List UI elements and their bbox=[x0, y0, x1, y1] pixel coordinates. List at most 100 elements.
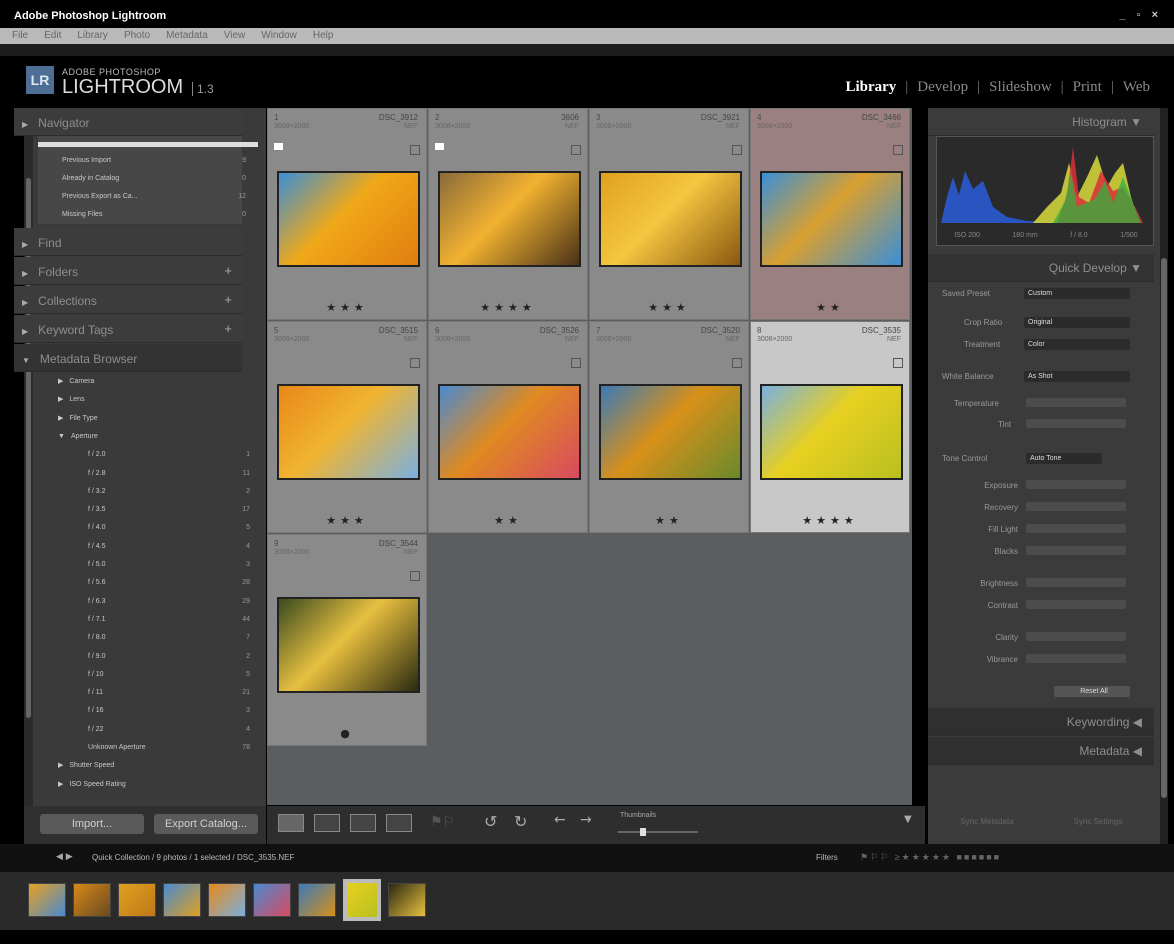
star-rating[interactable]: ★★ bbox=[590, 514, 748, 527]
star-rating[interactable]: ★★★ bbox=[268, 301, 426, 314]
filter-rating-icons[interactable]: ⚑⚐⚐ ≥★★★★★ ■■■■■■ bbox=[860, 852, 1001, 863]
photo-thumbnail[interactable] bbox=[760, 171, 903, 267]
module-web[interactable]: Web bbox=[1123, 79, 1150, 96]
photo-thumbnail[interactable] bbox=[277, 171, 420, 267]
menu-item[interactable]: Edit bbox=[44, 30, 61, 44]
tone-adjust-buttons[interactable] bbox=[1026, 524, 1126, 533]
metadata-browser-item[interactable]: f / 7.1 44 bbox=[88, 611, 258, 629]
pick-flag-icon[interactable] bbox=[274, 143, 283, 150]
star-rating[interactable]: ★★ bbox=[429, 514, 587, 527]
quick-collection-marker-icon[interactable] bbox=[732, 145, 742, 155]
filmstrip-thumbnail[interactable] bbox=[73, 883, 111, 917]
collections-panel-header[interactable]: ▶ Collections + bbox=[14, 286, 242, 314]
menu-item[interactable]: Library bbox=[77, 30, 108, 44]
tone-adjust-buttons[interactable] bbox=[1026, 502, 1126, 511]
bottom-panel-collapse-strip[interactable] bbox=[0, 930, 1174, 944]
photo-thumbnail[interactable] bbox=[277, 597, 420, 693]
thumbnail-size-slider[interactable] bbox=[618, 831, 698, 833]
photo-thumbnail[interactable] bbox=[277, 384, 420, 480]
treatment-select[interactable]: Color bbox=[1024, 339, 1130, 350]
metadata-browser-item[interactable]: f / 9.0 2 bbox=[88, 648, 258, 666]
rotate-left-icon[interactable]: ↺ bbox=[484, 812, 497, 831]
scrollbar-thumb[interactable] bbox=[1161, 258, 1167, 798]
photo-thumbnail[interactable] bbox=[438, 384, 581, 480]
metadata-header[interactable]: Metadata ◀ bbox=[928, 737, 1154, 765]
add-keyword-icon[interactable]: + bbox=[224, 321, 232, 336]
module-print[interactable]: Print bbox=[1073, 79, 1102, 96]
catalog-item[interactable]: Missing Files 0 bbox=[62, 206, 254, 224]
metadata-browser-item[interactable]: ▶ File Type bbox=[58, 410, 258, 428]
toolbar-menu-chevron-icon[interactable]: ▼ bbox=[904, 814, 912, 825]
window-controls[interactable]: _ ▫ × bbox=[1119, 9, 1162, 21]
metadata-browser-item[interactable]: f / 10 5 bbox=[88, 666, 258, 684]
quick-collection-marker-icon[interactable] bbox=[571, 145, 581, 155]
quick-develop-header[interactable]: Quick Develop ▼ bbox=[928, 254, 1154, 282]
metadata-browser-item[interactable]: f / 8.0 7 bbox=[88, 629, 258, 647]
metadata-browser-item[interactable]: ▶ Lens bbox=[58, 391, 258, 409]
quick-collection-marker-icon[interactable] bbox=[732, 358, 742, 368]
tone-adjust-buttons[interactable] bbox=[1026, 480, 1126, 489]
metadata-browser-item[interactable]: f / 2.0 1 bbox=[88, 446, 258, 464]
catalog-item[interactable]: Previous Import 9 bbox=[62, 152, 254, 170]
sync-settings-button[interactable]: Sync Settings bbox=[1046, 812, 1150, 832]
tint-buttons[interactable] bbox=[1026, 419, 1126, 428]
module-slideshow[interactable]: Slideshow bbox=[989, 79, 1052, 96]
tone-adjust-buttons[interactable] bbox=[1026, 654, 1126, 663]
star-rating[interactable]: ★★★★ bbox=[751, 514, 909, 527]
photo-thumbnail[interactable] bbox=[760, 384, 903, 480]
metadata-browser-item[interactable]: f / 11 21 bbox=[88, 684, 258, 702]
add-collection-icon[interactable]: + bbox=[224, 292, 232, 307]
metadata-browser-item[interactable]: f / 22 4 bbox=[88, 721, 258, 739]
rotate-right-icon[interactable]: ↻ bbox=[514, 812, 527, 831]
metadata-browser-item[interactable]: ▶ Shutter Speed bbox=[58, 757, 258, 775]
filmstrip-thumbnail[interactable] bbox=[163, 883, 201, 917]
quick-collection-marker-icon[interactable] bbox=[571, 358, 581, 368]
quick-collection-marker-icon[interactable] bbox=[893, 358, 903, 368]
filmstrip-thumbnail[interactable] bbox=[388, 883, 426, 917]
menu-item[interactable]: File bbox=[12, 30, 28, 44]
right-panel-scrollbar[interactable] bbox=[1160, 108, 1168, 844]
reset-all-button[interactable]: Reset All bbox=[1054, 686, 1130, 697]
filmstrip-thumbnail[interactable] bbox=[298, 883, 336, 917]
module-library[interactable]: Library bbox=[845, 79, 896, 96]
top-panel-collapse-strip[interactable] bbox=[0, 44, 1174, 56]
grid-cell[interactable]: 3 DSC_3921 3008×2000 NEF ★★★ bbox=[589, 108, 749, 320]
menu-item[interactable]: Photo bbox=[124, 30, 150, 44]
flag-icons[interactable]: ⚑⚐ bbox=[430, 814, 466, 832]
metadata-browser-header[interactable]: ▼ Metadata Browser bbox=[14, 344, 242, 372]
metadata-browser-item[interactable]: ▶ Camera bbox=[58, 373, 258, 391]
grid-cell[interactable]: 2 3606 3008×2000 NEF ★★★★ bbox=[428, 108, 588, 320]
find-panel-header[interactable]: ▶ Find bbox=[14, 228, 242, 256]
photo-thumbnail[interactable] bbox=[438, 171, 581, 267]
catalog-item[interactable]: Already in Catalog 0 bbox=[62, 170, 254, 188]
survey-view-icon[interactable] bbox=[386, 814, 412, 832]
loupe-view-icon[interactable] bbox=[314, 814, 340, 832]
saved-preset-select[interactable]: Custom bbox=[1024, 288, 1130, 299]
filmstrip-thumbnail[interactable] bbox=[343, 879, 381, 921]
metadata-browser-item[interactable]: ▶ ISO Speed Rating bbox=[58, 776, 258, 794]
temperature-buttons[interactable] bbox=[1026, 398, 1126, 407]
star-rating[interactable]: ★★★ bbox=[590, 301, 748, 314]
metadata-browser-item[interactable]: f / 5.0 3 bbox=[88, 556, 258, 574]
compare-view-icon[interactable] bbox=[350, 814, 376, 832]
tone-adjust-buttons[interactable] bbox=[1026, 578, 1126, 587]
metadata-browser-item[interactable]: f / 3.2 2 bbox=[88, 483, 258, 501]
grid-view-icon[interactable] bbox=[278, 814, 304, 832]
catalog-item[interactable]: Previous Export as Ca... 12 bbox=[62, 188, 254, 206]
keyword-tags-panel-header[interactable]: ▶ Keyword Tags + bbox=[14, 315, 242, 343]
photo-thumbnail[interactable] bbox=[599, 171, 742, 267]
menu-item[interactable]: Window bbox=[261, 30, 297, 44]
filmstrip-thumbnail[interactable] bbox=[208, 883, 246, 917]
grid-cell[interactable]: 6 DSC_3526 3008×2000 NEF ★★ bbox=[428, 321, 588, 533]
grid-cell[interactable]: 7 DSC_3520 3008×2000 NEF ★★ bbox=[589, 321, 749, 533]
crop-ratio-select[interactable]: Original bbox=[1024, 317, 1130, 328]
star-rating[interactable]: ★★ bbox=[751, 301, 909, 314]
grid-cell[interactable]: 8 DSC_3535 3008×2000 NEF ★★★★ bbox=[750, 321, 910, 533]
navigation-arrows-icon[interactable]: ◀ ▶ bbox=[56, 852, 73, 862]
filmstrip-thumbnail[interactable] bbox=[28, 883, 66, 917]
auto-tone-button[interactable]: Auto Tone bbox=[1026, 453, 1102, 464]
metadata-browser-item[interactable]: f / 4.5 4 bbox=[88, 538, 258, 556]
thumbnail-size-slider-thumb[interactable] bbox=[640, 828, 646, 836]
quick-collection-marker-icon[interactable] bbox=[410, 145, 420, 155]
quick-collection-marker-icon[interactable] bbox=[893, 145, 903, 155]
